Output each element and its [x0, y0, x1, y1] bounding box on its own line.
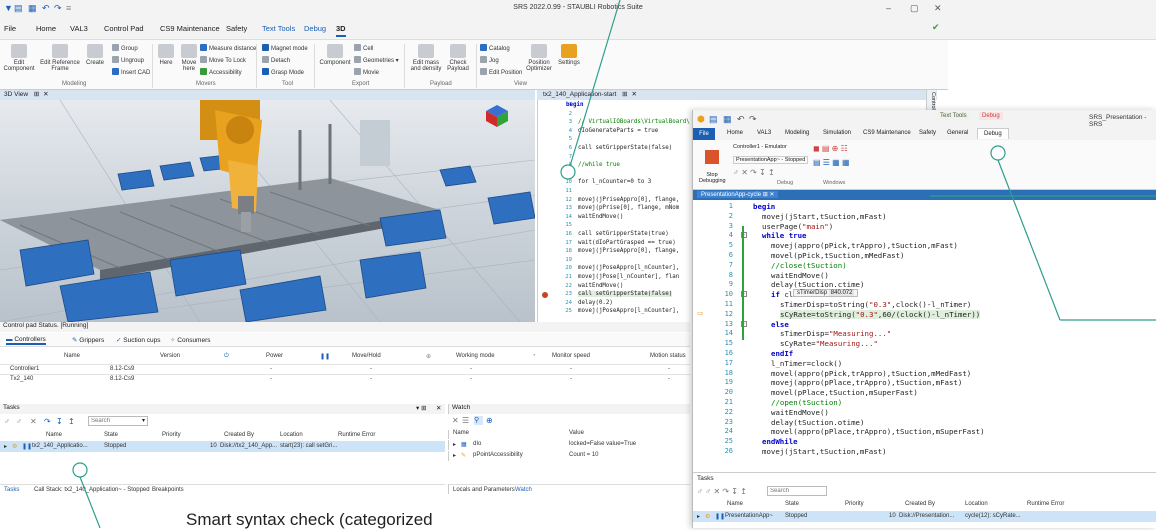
annotation-text: Smart syntax check (categorized	[186, 510, 433, 529]
callout-lines	[72, 0, 1156, 528]
